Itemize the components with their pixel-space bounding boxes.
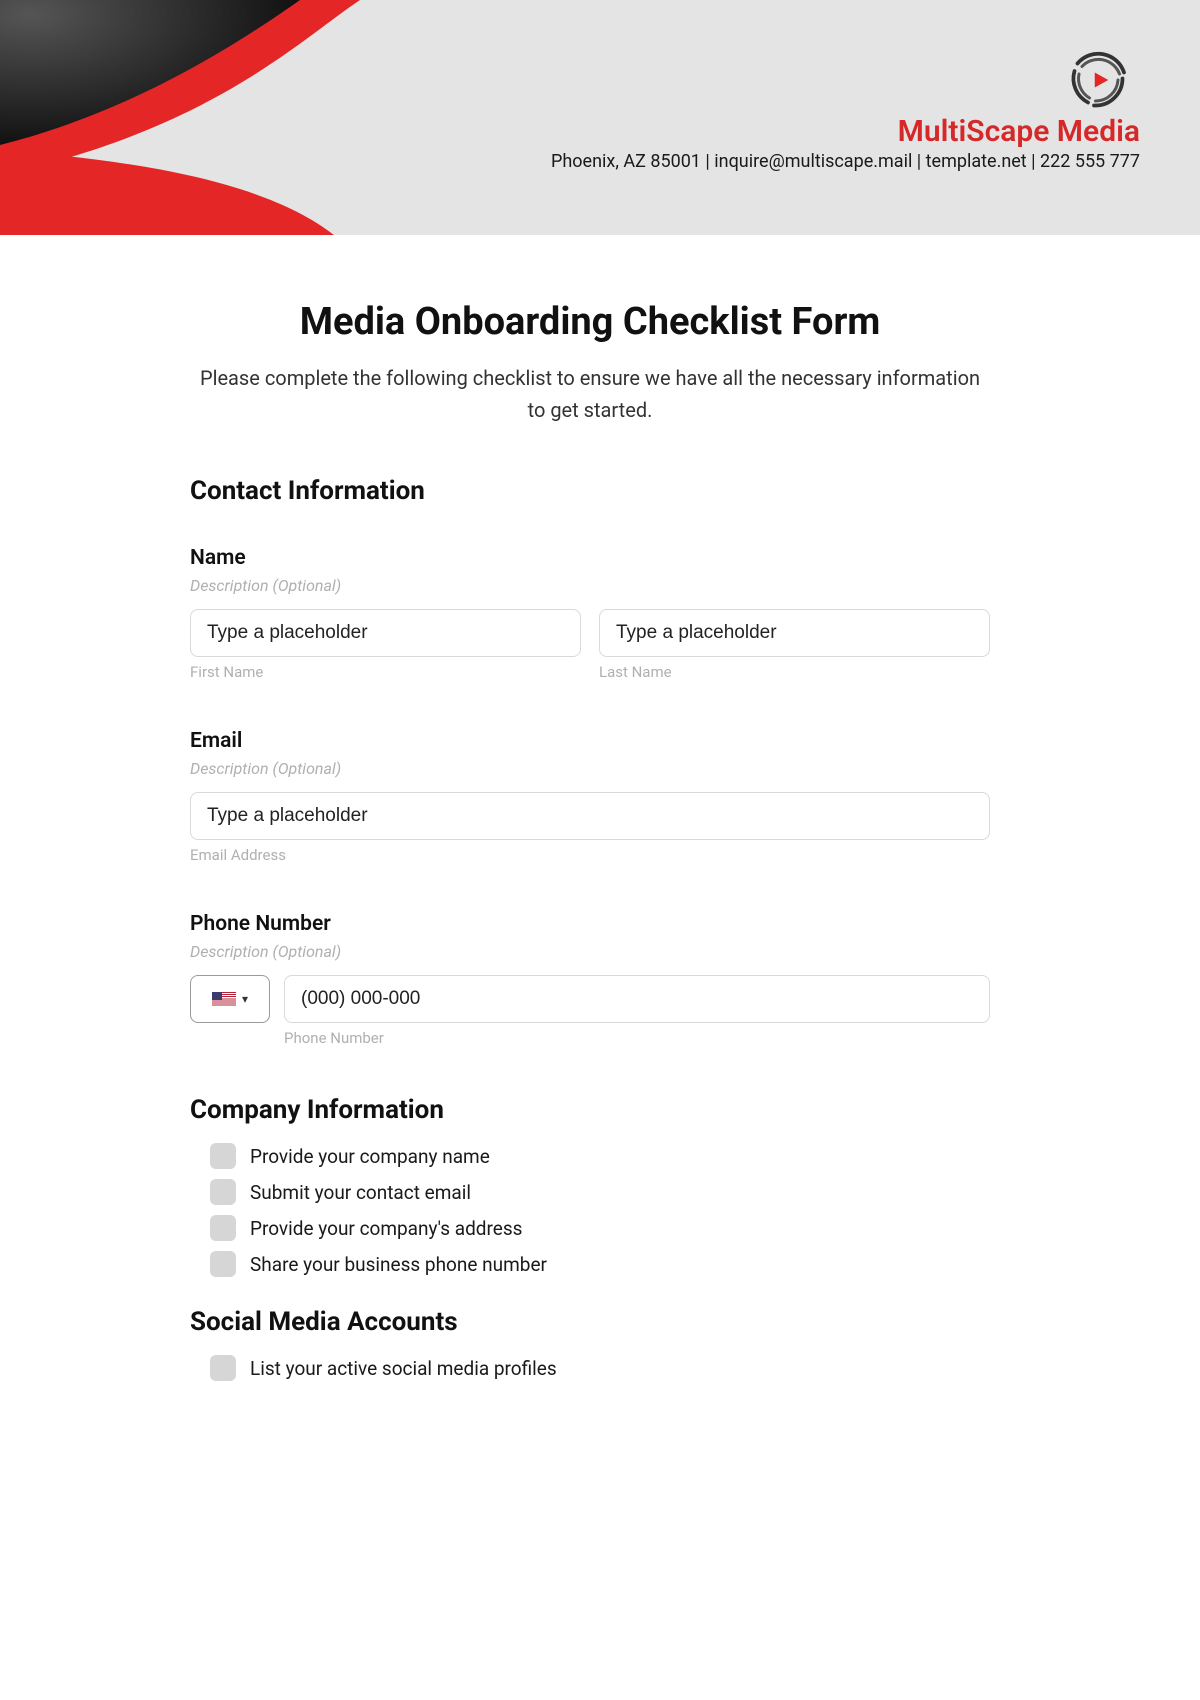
name-label: Name: [190, 546, 990, 570]
check-label: Submit your contact email: [250, 1181, 471, 1204]
check-label: Provide your company name: [250, 1145, 490, 1168]
name-description: Description (Optional): [190, 576, 990, 595]
phone-input[interactable]: [284, 975, 990, 1023]
brand-block: MultiScape Media Phoenix, AZ 85001 | inq…: [551, 50, 1140, 172]
phone-sublabel: Phone Number: [284, 1029, 990, 1047]
email-description: Description (Optional): [190, 759, 990, 778]
list-item: Share your business phone number: [210, 1251, 990, 1277]
email-input[interactable]: [190, 792, 990, 840]
list-item: List your active social media profiles: [210, 1355, 990, 1381]
first-name-input[interactable]: [190, 609, 581, 657]
section-contact-title: Contact Information: [190, 476, 990, 506]
list-item: Submit your contact email: [210, 1179, 990, 1205]
us-flag-icon: [212, 992, 236, 1007]
checkbox[interactable]: [210, 1355, 236, 1381]
company-checklist: Provide your company name Submit your co…: [190, 1143, 990, 1277]
phone-label: Phone Number: [190, 912, 990, 936]
chevron-down-icon: ▾: [242, 992, 248, 1006]
email-label: Email: [190, 729, 990, 753]
check-label: Share your business phone number: [250, 1253, 547, 1276]
brand-contact: Phoenix, AZ 85001 | inquire@multiscape.m…: [551, 151, 1140, 172]
social-checklist: List your active social media profiles: [190, 1355, 990, 1381]
check-label: Provide your company's address: [250, 1217, 522, 1240]
checkbox[interactable]: [210, 1215, 236, 1241]
phone-description: Description (Optional): [190, 942, 990, 961]
checkbox[interactable]: [210, 1179, 236, 1205]
decor-swoosh: [0, 0, 520, 235]
section-social-title: Social Media Accounts: [190, 1307, 990, 1337]
field-name: Name Description (Optional) First Name L…: [190, 546, 990, 681]
first-name-sublabel: First Name: [190, 663, 581, 681]
form-container: Media Onboarding Checklist Form Please c…: [190, 300, 1010, 1381]
brand-logo-icon: [1060, 50, 1140, 110]
form-intro: Please complete the following checklist …: [190, 362, 990, 426]
checkbox[interactable]: [210, 1143, 236, 1169]
last-name-sublabel: Last Name: [599, 663, 990, 681]
check-label: List your active social media profiles: [250, 1357, 557, 1380]
section-company-title: Company Information: [190, 1095, 990, 1125]
list-item: Provide your company name: [210, 1143, 990, 1169]
email-sublabel: Email Address: [190, 846, 990, 864]
list-item: Provide your company's address: [210, 1215, 990, 1241]
last-name-input[interactable]: [599, 609, 990, 657]
field-phone: Phone Number Description (Optional) ▾ Ph…: [190, 912, 990, 1047]
country-code-select[interactable]: ▾: [190, 975, 270, 1023]
checkbox[interactable]: [210, 1251, 236, 1277]
header-banner: MultiScape Media Phoenix, AZ 85001 | inq…: [0, 0, 1200, 235]
form-title: Media Onboarding Checklist Form: [190, 300, 990, 344]
field-email: Email Description (Optional) Email Addre…: [190, 729, 990, 864]
brand-name: MultiScape Media: [551, 114, 1140, 149]
